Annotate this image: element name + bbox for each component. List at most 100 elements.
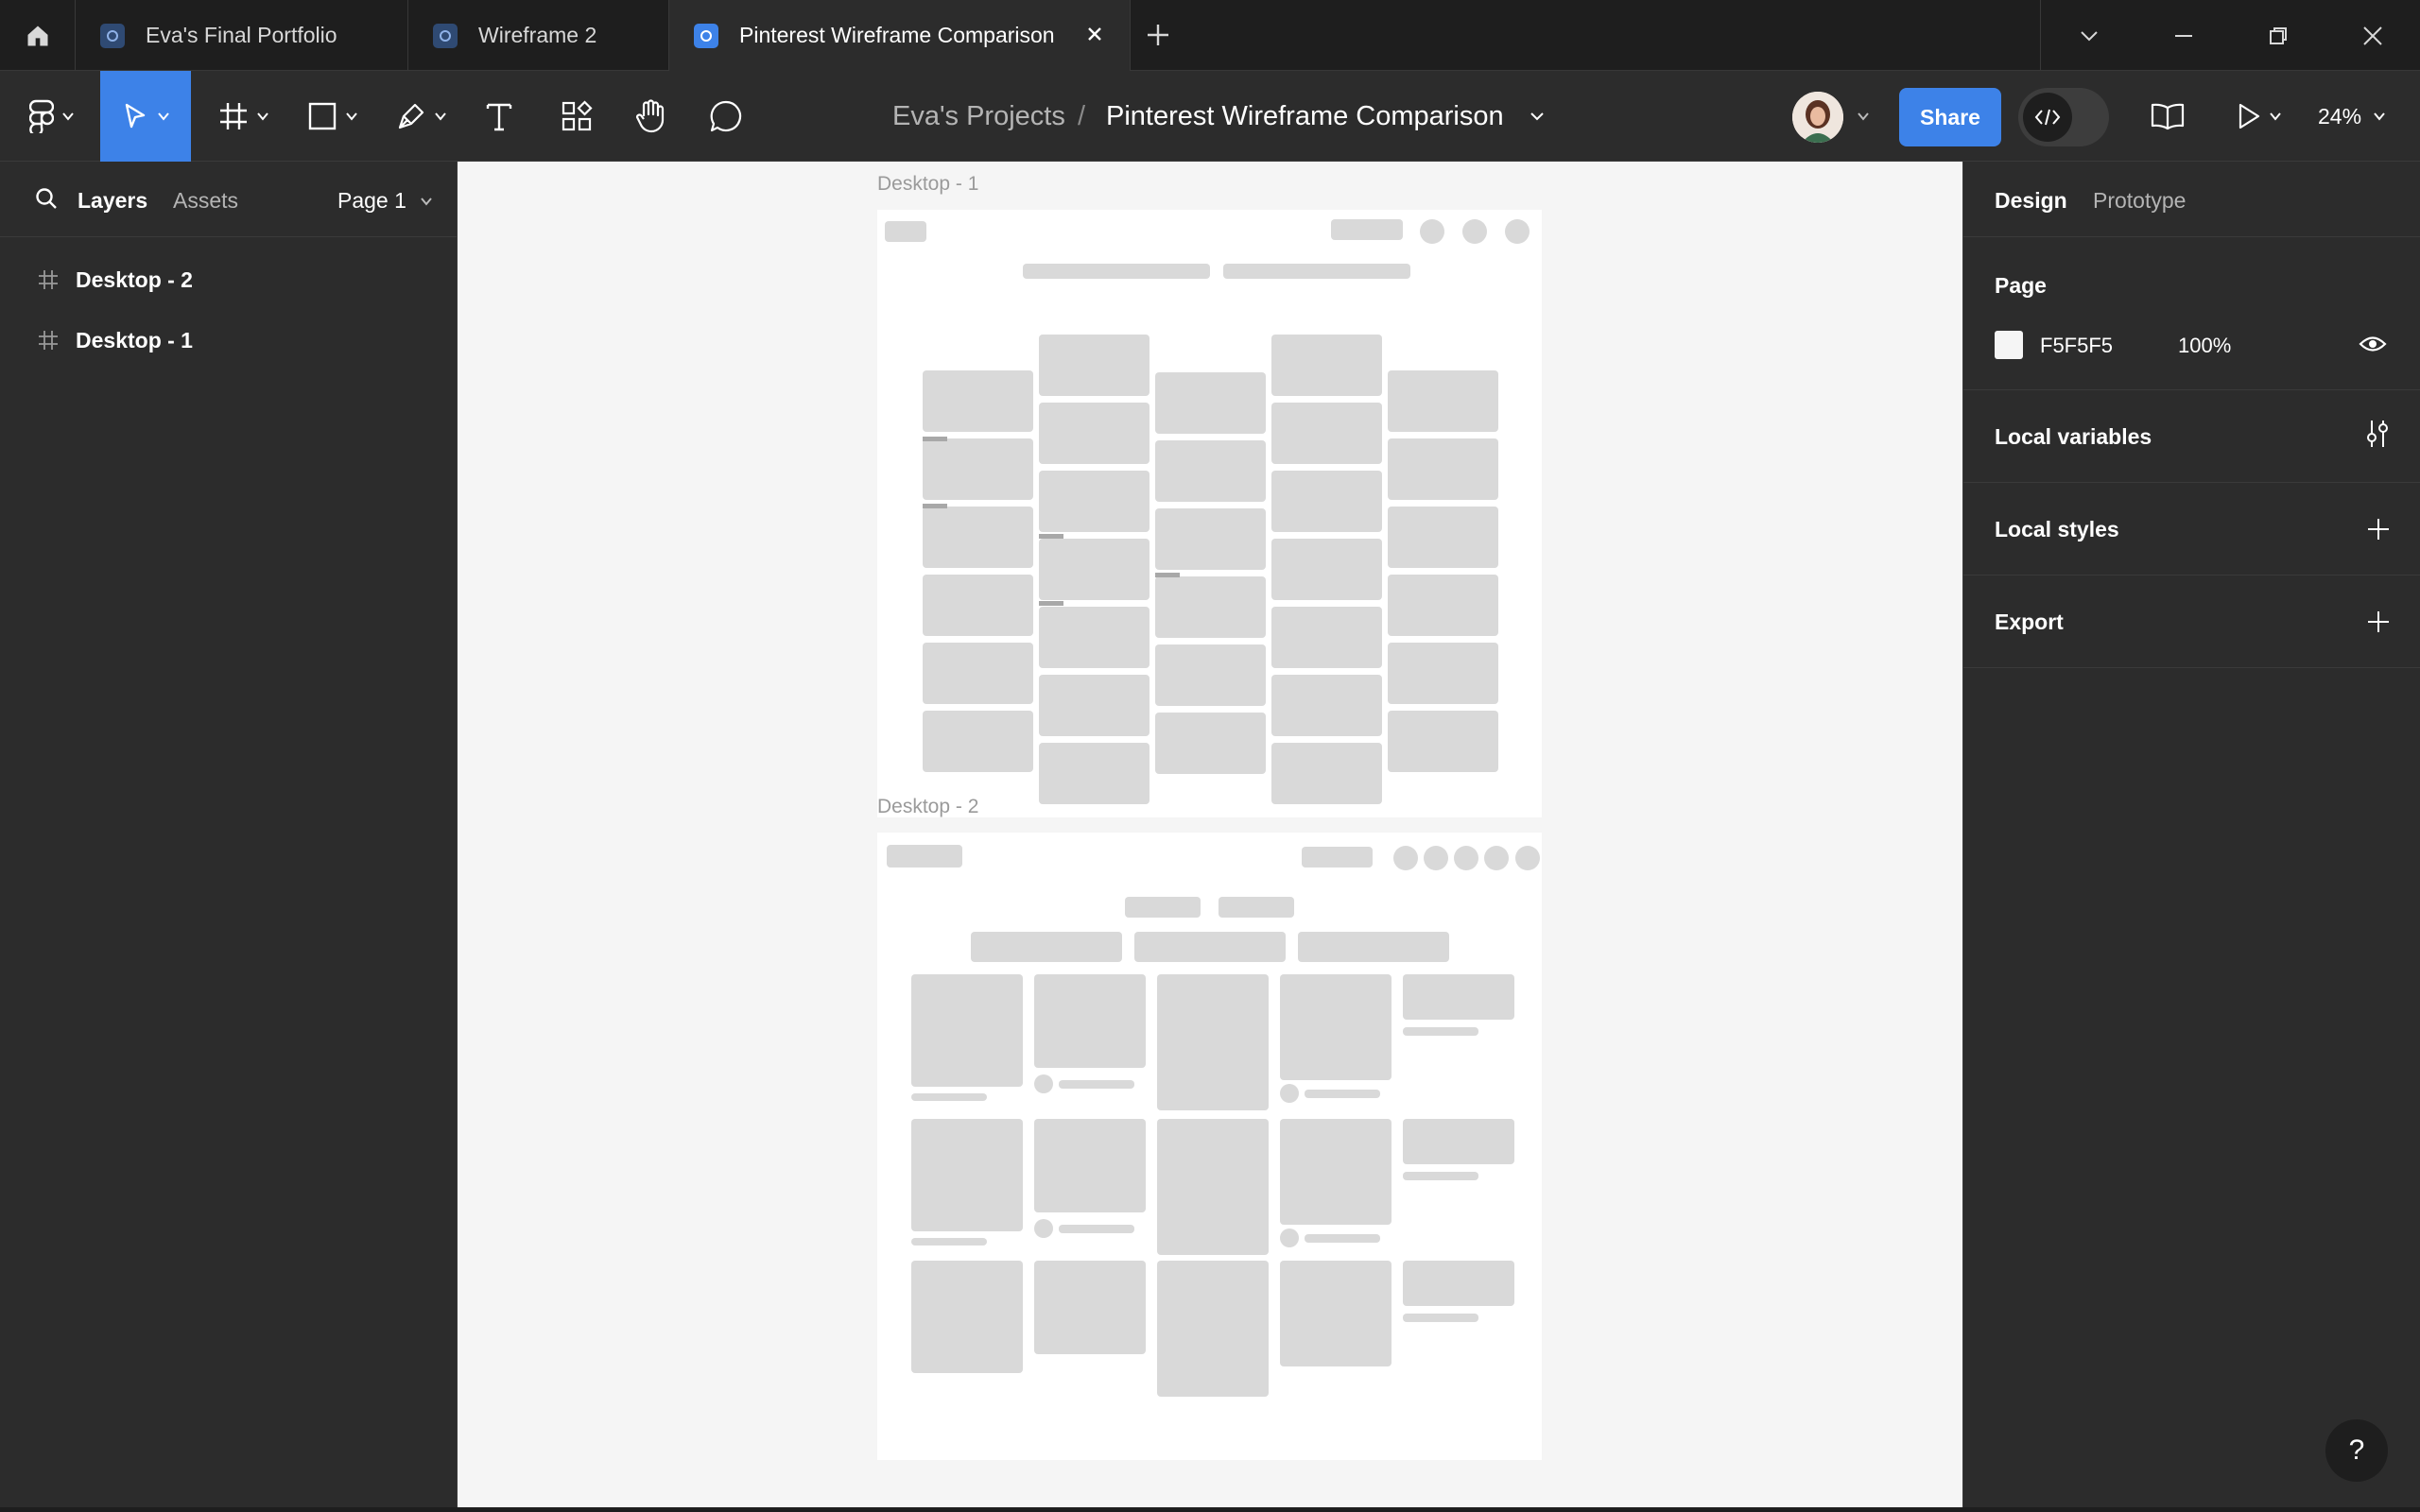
wireframe-placeholder (971, 932, 1122, 962)
close-icon[interactable] (1084, 24, 1105, 50)
pen-tool-button[interactable] (386, 71, 458, 162)
resources-button[interactable] (552, 71, 601, 162)
shape-tool-button[interactable] (297, 71, 369, 162)
wireframe-placeholder (1157, 1119, 1269, 1255)
wireframe-placeholder (1034, 1074, 1053, 1093)
wireframe-placeholder (1155, 440, 1266, 502)
page-selector[interactable]: Page 1 (337, 188, 433, 214)
design-canvas[interactable]: Desktop - 1 Desktop - 2 (458, 162, 1962, 1507)
page-section-title: Page (1995, 273, 2047, 298)
wireframe-placeholder (1039, 335, 1150, 396)
wireframe-placeholder (923, 370, 1033, 432)
right-panel: Design Prototype Page F5F5F5 100% Local … (1962, 162, 2420, 1512)
wireframe-placeholder (1462, 219, 1487, 244)
wireframe-placeholder (923, 438, 1033, 500)
restore-icon[interactable] (2231, 0, 2325, 71)
page-color-hex[interactable]: F5F5F5 (2040, 334, 2113, 358)
wireframe-placeholder (887, 845, 962, 868)
wireframe-placeholder (1039, 403, 1150, 464)
hand-tool-button[interactable] (626, 71, 675, 162)
rectangle-icon (308, 102, 337, 130)
export-title: Export (1995, 610, 2064, 634)
layer-row-desktop-2[interactable]: Desktop - 2 (0, 251, 458, 308)
wireframe-placeholder (1155, 713, 1266, 774)
chevron-down-icon (2374, 112, 2385, 121)
frame-tool-button[interactable] (208, 71, 280, 162)
new-tab-plus-icon[interactable] (1144, 21, 1172, 54)
wireframe-placeholder (1155, 576, 1266, 638)
wireframe-placeholder (1388, 711, 1498, 772)
library-book-button[interactable] (2146, 71, 2189, 162)
dev-mode-toggle[interactable] (2018, 88, 2109, 146)
wireframe-placeholder (1157, 1261, 1269, 1397)
plus-icon[interactable] (2366, 610, 2391, 639)
wireframe-placeholder (1403, 974, 1514, 1020)
zoom-dropdown[interactable]: 24% (2318, 71, 2386, 162)
avatar[interactable] (1792, 92, 1843, 143)
page-opacity[interactable]: 100% (2178, 334, 2231, 358)
wireframe-placeholder (1039, 534, 1063, 539)
wireframe-placeholder (923, 507, 1033, 568)
move-tool-button[interactable] (100, 71, 191, 162)
avatar-chevron-down-icon[interactable] (1853, 71, 1874, 162)
wireframe-placeholder (1280, 1261, 1392, 1366)
help-button[interactable]: ? (2325, 1419, 2388, 1482)
tab-label: Eva's Final Portfolio (146, 23, 337, 47)
home-button[interactable] (0, 0, 76, 71)
wireframe-placeholder (1223, 264, 1410, 279)
present-button[interactable] (2229, 71, 2290, 162)
plus-icon[interactable] (2366, 517, 2391, 546)
layer-row-desktop-1[interactable]: Desktop - 1 (0, 312, 458, 369)
text-tool-button[interactable] (476, 71, 522, 162)
wireframe-placeholder (1271, 743, 1382, 804)
tab-pinterest-wireframe-comparison[interactable]: Pinterest Wireframe Comparison (669, 0, 1131, 71)
wireframe-placeholder (1023, 264, 1210, 279)
window-close-icon[interactable] (2325, 0, 2420, 71)
wireframe-placeholder (1393, 846, 1418, 870)
wireframe-placeholder (1305, 1234, 1380, 1243)
frame-hash-icon (39, 331, 58, 350)
frame-desktop-1[interactable] (877, 210, 1542, 817)
zoom-level: 24% (2318, 103, 2362, 129)
tab-wireframe-2[interactable]: Wireframe 2 (408, 0, 669, 71)
minimize-icon[interactable] (2136, 0, 2231, 71)
frame-label-desktop-2[interactable]: Desktop - 2 (877, 796, 978, 818)
eye-visibility-icon[interactable] (2359, 332, 2387, 361)
share-button[interactable]: Share (1899, 88, 2001, 146)
wireframe-placeholder (1280, 1119, 1392, 1225)
file-menu-chevron-down-icon[interactable] (1524, 71, 1550, 162)
main-menu-button[interactable] (19, 71, 85, 162)
frame-label-desktop-1[interactable]: Desktop - 1 (877, 173, 978, 196)
wireframe-placeholder (911, 1093, 987, 1101)
file-name[interactable]: Pinterest Wireframe Comparison (1106, 71, 1504, 162)
wireframe-placeholder (1403, 1261, 1514, 1306)
variables-sliders-icon[interactable] (2364, 419, 2391, 454)
wireframe-placeholder (1034, 974, 1146, 1068)
wireframe-placeholder (1515, 846, 1540, 870)
page-color-swatch[interactable] (1995, 331, 2023, 359)
tab-design[interactable]: Design (1995, 188, 2067, 214)
frame-desktop-2[interactable] (877, 833, 1542, 1460)
search-icon[interactable] (34, 186, 59, 215)
wireframe-placeholder (1039, 539, 1150, 600)
page-selector-label: Page 1 (337, 188, 406, 213)
figma-file-icon (433, 23, 458, 48)
cursor-arrow-icon (125, 103, 146, 129)
tab-layers[interactable]: Layers (78, 188, 147, 214)
wireframe-placeholder (1219, 897, 1294, 918)
comment-tool-button[interactable] (701, 71, 751, 162)
tab-assets[interactable]: Assets (173, 188, 238, 214)
tab-list-chevron-down-icon[interactable] (2042, 0, 2136, 71)
local-styles-section[interactable]: Local styles (1963, 483, 2420, 576)
wireframe-placeholder (1388, 507, 1498, 568)
export-section[interactable]: Export (1963, 576, 2420, 668)
wireframe-placeholder (911, 1238, 987, 1246)
local-variables-section[interactable]: Local variables (1963, 390, 2420, 483)
wireframe-placeholder (1331, 219, 1403, 240)
tab-prototype[interactable]: Prototype (2093, 188, 2186, 214)
wireframe-placeholder (1424, 846, 1448, 870)
chevron-down-icon (435, 112, 446, 121)
figma-file-icon (100, 23, 125, 48)
breadcrumb-project[interactable]: Eva's Projects (892, 71, 1065, 162)
tab-evas-final-portfolio[interactable]: Eva's Final Portfolio (76, 0, 408, 71)
